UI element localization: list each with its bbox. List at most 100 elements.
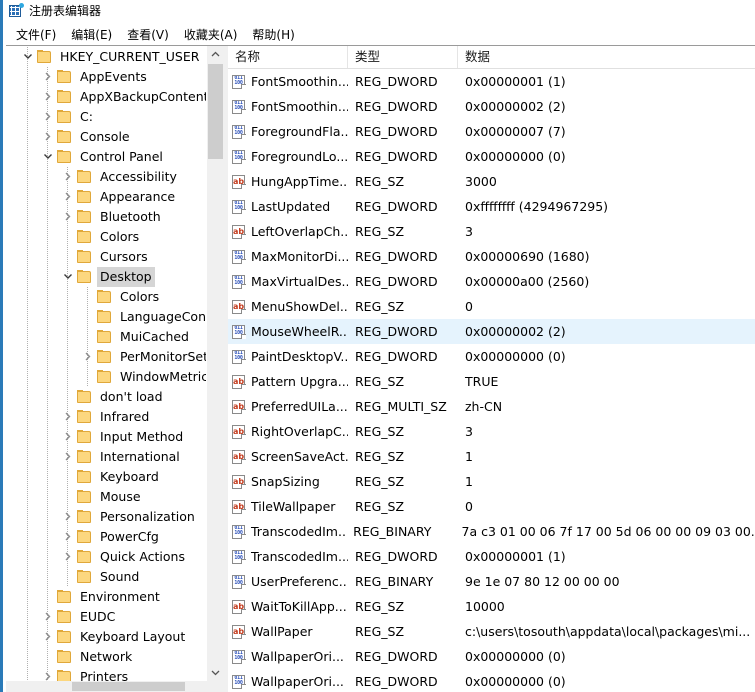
registry-values-list[interactable]: 011 100 FontSmoothin... REG_DWORD 0x00000001… [228,69,755,692]
tree-item-accessibility[interactable]: Accessibility [6,167,206,187]
tree-item-sound[interactable]: Sound [6,567,206,587]
tree-item-international[interactable]: International [6,447,206,467]
chevron-down-icon[interactable] [60,267,76,287]
chevron-right-icon[interactable] [60,407,76,427]
chevron-right-icon[interactable] [60,427,76,447]
registry-tree[interactable]: HKEY_CURRENT_USER AppEvents AppXBackupCont… [6,46,206,681]
tree-item-keyboard[interactable]: Keyboard [6,467,206,487]
tree-item-cursors[interactable]: Cursors [6,247,206,267]
column-header-data[interactable]: 数据 [458,46,755,68]
tree-item-console[interactable]: Console [6,127,206,147]
table-row[interactable]: 011 100 FontSmoothin... REG_DWORD 0x00000001… [228,69,755,94]
tree-item-label: Keyboard Layout [80,629,186,644]
chevron-right-icon[interactable] [40,87,56,107]
tree-item-powercfg[interactable]: PowerCfg [6,527,206,547]
chevron-right-icon[interactable] [80,347,96,367]
tree-horizontal-scrollbar[interactable] [6,681,223,692]
table-row[interactable]: ab PreferredUILa... REG_MULTI_SZ zh-CN [228,394,755,419]
table-row[interactable]: 011 100 ForegroundLo... REG_DWORD 0x00000000… [228,144,755,169]
chevron-right-icon[interactable] [60,447,76,467]
table-row[interactable]: ab TileWallpaper REG_SZ 0 [228,494,755,519]
table-row[interactable]: 011 100 LastUpdated REG_DWORD 0xffffffff (42… [228,194,755,219]
tree-item-environment[interactable]: Environment [6,587,206,607]
column-header-name[interactable]: 名称 [228,46,348,68]
tree-item-appevents[interactable]: AppEvents [6,67,206,87]
table-row[interactable]: 011 100 WallpaperOri... REG_DWORD 0x00000000… [228,644,755,669]
tree-item-appearance[interactable]: Appearance [6,187,206,207]
chevron-right-icon[interactable] [60,167,76,187]
tree-item-desktop[interactable]: Desktop [6,267,206,287]
tree-item-network[interactable]: Network [6,647,206,667]
table-row[interactable]: ab MenuShowDel... REG_SZ 0 [228,294,755,319]
table-row[interactable]: 011 100 UserPreferenc... REG_BINARY 9e 1e 07… [228,569,755,594]
table-row[interactable]: 011 100 PaintDesktopV... REG_DWORD 0x0000000… [228,344,755,369]
table-row[interactable]: ab LeftOverlapCh... REG_SZ 3 [228,219,755,244]
table-row[interactable]: ab Pattern Upgra... REG_SZ TRUE [228,369,755,394]
menu-item-1[interactable]: 编辑(E) [64,23,120,46]
table-row[interactable]: ab RightOverlapC... REG_SZ 3 [228,419,755,444]
tree-item-quick-actions[interactable]: Quick Actions [6,547,206,567]
table-row[interactable]: ab SnapSizing REG_SZ 1 [228,469,755,494]
table-row[interactable]: 011 100 FontSmoothin... REG_DWORD 0x00000002… [228,94,755,119]
tree-item-muicached[interactable]: MuiCached [6,327,206,347]
menu-item-0[interactable]: 文件(F) [9,23,64,46]
chevron-down-icon[interactable] [40,147,56,167]
table-row[interactable]: ab HungAppTime... REG_SZ 3000 [228,169,755,194]
tree-item-input-method[interactable]: Input Method [6,427,206,447]
table-row[interactable]: 011 100 ForegroundFla... REG_DWORD 0x0000000… [228,119,755,144]
tree-item-personalization[interactable]: Personalization [6,507,206,527]
tree-item-control-panel[interactable]: Control Panel [6,147,206,167]
table-row[interactable]: 011 100 TranscodedIm... REG_BINARY 7a c3 01 … [228,519,755,544]
menu-item-4[interactable]: 帮助(H) [245,23,302,46]
tree-scroll-thumb[interactable] [208,64,223,159]
column-header-type[interactable]: 类型 [348,46,458,68]
menu-item-2[interactable]: 查看(V) [120,23,177,46]
chevron-right-icon[interactable] [60,187,76,207]
chevron-right-icon[interactable] [40,627,56,647]
table-row[interactable]: 011 100 MaxVirtualDes... REG_DWORD 0x00000a0… [228,269,755,294]
tree-leaf-spacer [80,327,96,347]
tree-item-bluetooth[interactable]: Bluetooth [6,207,206,227]
tree-item-permonitorset[interactable]: PerMonitorSet [6,347,206,367]
tree-item-printers[interactable]: Printers [6,667,206,681]
chevron-right-icon[interactable] [60,507,76,527]
tree-item-eudc[interactable]: EUDC [6,607,206,627]
tree-item-keyboard-layout[interactable]: Keyboard Layout [6,627,206,647]
tree-item-c[interactable]: C: [6,107,206,127]
tree-guide-line [47,347,48,367]
registry-values-pane: 名称 类型 数据 011 100 FontSmoothin... REG_DWORD 0… [228,45,755,692]
chevron-down-icon[interactable] [207,664,223,681]
table-row[interactable]: ab WaitToKillApp... REG_SZ 10000 [228,594,755,619]
table-row[interactable]: 011 100 MouseWheelR... REG_DWORD 0x00000002 … [228,319,755,344]
chevron-right-icon[interactable] [40,107,56,127]
menu-item-3[interactable]: 收藏夹(A) [177,23,246,46]
tree-item-infrared[interactable]: Infrared [6,407,206,427]
tree-item-languageconf[interactable]: LanguageConf [6,307,206,327]
table-row[interactable]: ab ScreenSaveAct... REG_SZ 1 [228,444,755,469]
table-row[interactable]: 011 100 MaxMonitorDi... REG_DWORD 0x00000690… [228,244,755,269]
tree-item-don-t-load[interactable]: don't load [6,387,206,407]
chevron-right-icon[interactable] [60,527,76,547]
chevron-down-icon[interactable] [20,47,36,67]
table-row[interactable]: ab WallPaper REG_SZ c:\users\tosouth\appdat… [228,619,755,644]
chevron-right-icon[interactable] [40,67,56,87]
chevron-right-icon[interactable] [60,207,76,227]
tree-item-colors[interactable]: Colors [6,287,206,307]
tree-item-windowmetric[interactable]: WindowMetric [6,367,206,387]
chevron-up-icon[interactable] [207,46,223,63]
chevron-right-icon[interactable] [60,547,76,567]
table-row[interactable]: 011 100 WallpaperOri... REG_DWORD 0x00000000… [228,669,755,692]
binary-value-icon: 011 100 [231,574,247,590]
table-row[interactable]: 011 100 TranscodedIm... REG_DWORD 0x00000001… [228,544,755,569]
tree-hscroll-thumb[interactable] [72,682,185,691]
chevron-right-icon[interactable] [40,607,56,627]
tree-item-hkey-current-user[interactable]: HKEY_CURRENT_USER [6,47,206,67]
tree-item-label: HKEY_CURRENT_USER [60,49,200,64]
chevron-right-icon[interactable] [40,127,56,147]
tree-item-colors[interactable]: Colors [6,227,206,247]
tree-item-mouse[interactable]: Mouse [6,487,206,507]
value-type: REG_SZ [355,499,405,514]
tree-vertical-scrollbar[interactable] [206,46,223,681]
tree-item-appxbackupcontentr[interactable]: AppXBackupContentr [6,87,206,107]
chevron-right-icon[interactable] [40,667,56,681]
